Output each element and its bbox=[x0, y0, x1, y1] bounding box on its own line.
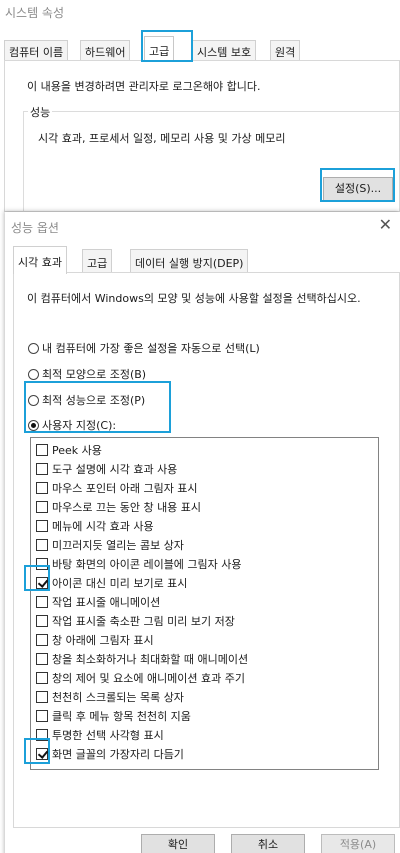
checkbox[interactable] bbox=[36, 539, 48, 551]
radio-circle[interactable] bbox=[28, 368, 39, 380]
close-icon[interactable]: ✕ bbox=[379, 215, 392, 234]
radio-label: 최적 성능으로 조정(P) bbox=[42, 394, 146, 407]
checkbox[interactable] bbox=[36, 520, 48, 532]
list-item[interactable]: 작업 표시줄 애니메이션 bbox=[36, 594, 160, 610]
radio-custom[interactable]: 사용자 지정(C): bbox=[28, 417, 116, 433]
tab-advanced[interactable]: 고급 bbox=[144, 36, 175, 62]
apply-button[interactable]: 적용(A) bbox=[321, 834, 395, 853]
checkbox-label: 클릭 후 메뉴 항목 천천히 지움 bbox=[52, 710, 191, 723]
list-item[interactable]: 바탕 화면의 아이콘 레이블에 그림자 사용 bbox=[36, 556, 242, 572]
radio-circle-selected[interactable] bbox=[28, 419, 39, 431]
list-item[interactable]: 창 아래에 그림자 표시 bbox=[36, 632, 154, 648]
dialog-button-row: 확인 취소 적용(A) bbox=[5, 829, 400, 853]
radio-circle[interactable] bbox=[28, 394, 39, 406]
checkbox-label: 도구 설명에 시각 효과 사용 bbox=[52, 463, 178, 476]
checkbox-checked[interactable] bbox=[36, 748, 48, 760]
list-item[interactable]: 화면 글꼴의 가장자리 다듬기 bbox=[36, 746, 184, 762]
checkbox[interactable] bbox=[36, 558, 48, 570]
list-item[interactable]: 투명한 선택 사각형 표시 bbox=[36, 727, 164, 743]
checkbox-label: 마우스 포인터 아래 그림자 표시 bbox=[52, 482, 198, 495]
performance-options-dialog: 성능 옵션 ✕ 시각 효과 고급 데이터 실행 방지(DEP) 이 컴퓨터에서 … bbox=[5, 212, 400, 853]
cancel-button[interactable]: 취소 bbox=[231, 834, 305, 853]
checkbox[interactable] bbox=[36, 634, 48, 646]
performance-group: 성능 시각 효과, 프로세서 일정, 메모리 사용 및 가상 메모리 bbox=[23, 104, 400, 221]
intro-text: 이 컴퓨터에서 Windows의 모양 및 성능에 사용할 설정을 선택하십시오… bbox=[27, 292, 361, 305]
list-item[interactable]: 천천히 스크롤되는 목록 상자 bbox=[36, 689, 184, 705]
tab-advanced-options[interactable]: 고급 bbox=[82, 249, 113, 273]
dialog-title: 성능 옵션 bbox=[11, 221, 59, 235]
list-item[interactable]: Peek 사용 bbox=[36, 442, 102, 458]
tab-system-protection[interactable]: 시스템 보호 bbox=[192, 40, 257, 61]
ok-button[interactable]: 확인 bbox=[141, 834, 215, 853]
performance-settings-button[interactable]: 설정(S)... bbox=[323, 177, 393, 201]
list-item[interactable]: 마우스 포인터 아래 그림자 표시 bbox=[36, 480, 198, 496]
visual-effects-panel: 이 컴퓨터에서 Windows의 모양 및 성능에 사용할 설정을 선택하십시오… bbox=[13, 272, 400, 828]
checkbox-label: 투명한 선택 사각형 표시 bbox=[52, 729, 164, 742]
list-item[interactable]: 아이콘 대신 미리 보기로 표시 bbox=[36, 575, 187, 591]
tab-hardware[interactable]: 하드웨어 bbox=[80, 40, 131, 61]
checkbox-label: 메뉴에 시각 효과 사용 bbox=[52, 520, 154, 533]
radio-best-appearance[interactable]: 최적 모양으로 조정(B) bbox=[28, 366, 146, 382]
checkbox-label: Peek 사용 bbox=[52, 444, 102, 457]
checkbox-label: 아이콘 대신 미리 보기로 표시 bbox=[52, 577, 188, 590]
tab-remote[interactable]: 원격 bbox=[270, 40, 301, 61]
checkbox-label: 작업 표시줄 애니메이션 bbox=[52, 596, 161, 609]
list-item[interactable]: 마우스로 끄는 동안 창 내용 표시 bbox=[36, 499, 201, 515]
list-item[interactable]: 창의 제어 및 요소에 애니메이션 효과 주기 bbox=[36, 670, 245, 686]
checkbox[interactable] bbox=[36, 482, 48, 494]
list-item[interactable]: 도구 설명에 시각 효과 사용 bbox=[36, 461, 177, 477]
radio-label: 사용자 지정(C): bbox=[42, 419, 117, 432]
performance-group-label: 성능 bbox=[28, 104, 53, 120]
checkbox-label: 바탕 화면의 아이콘 레이블에 그림자 사용 bbox=[52, 558, 242, 571]
checkbox[interactable] bbox=[36, 729, 48, 741]
admin-notice: 이 내용을 변경하려면 관리자로 로그온해야 합니다. bbox=[27, 80, 261, 93]
checkbox[interactable] bbox=[36, 596, 48, 608]
checkbox-checked[interactable] bbox=[36, 577, 48, 589]
checkbox[interactable] bbox=[36, 463, 48, 475]
checkbox-label: 창 아래에 그림자 표시 bbox=[52, 634, 154, 647]
list-item[interactable]: 클릭 후 메뉴 항목 천천히 지움 bbox=[36, 708, 191, 724]
radio-label: 내 컴퓨터에 가장 좋은 설정을 자동으로 선택(L) bbox=[42, 342, 260, 355]
checkbox-label: 작업 표시줄 축소판 그림 미리 보기 저장 bbox=[52, 615, 235, 628]
list-item[interactable]: 창을 최소화하거나 최대화할 때 애니메이션 bbox=[36, 651, 248, 667]
tab-dep[interactable]: 데이터 실행 방지(DEP) bbox=[130, 249, 249, 273]
radio-let-windows-choose[interactable]: 내 컴퓨터에 가장 좋은 설정을 자동으로 선택(L) bbox=[28, 340, 260, 356]
checkbox-label: 천천히 스크롤되는 목록 상자 bbox=[52, 691, 184, 704]
checkbox[interactable] bbox=[36, 710, 48, 722]
list-item[interactable]: 미끄러지듯 열리는 콤보 상자 bbox=[36, 537, 184, 553]
checkbox-label: 화면 글꼴의 가장자리 다듬기 bbox=[52, 748, 184, 761]
checkbox[interactable] bbox=[36, 615, 48, 627]
list-item[interactable]: 메뉴에 시각 효과 사용 bbox=[36, 518, 154, 534]
checkbox[interactable] bbox=[36, 501, 48, 513]
radio-best-performance[interactable]: 최적 성능으로 조정(P) bbox=[28, 392, 145, 408]
system-properties-window: 시스템 속성 컴퓨터 이름 하드웨어 고급 시스템 보호 원격 이 내용을 변경… bbox=[0, 0, 400, 221]
checkbox[interactable] bbox=[36, 653, 48, 665]
tab-visual-effects[interactable]: 시각 효과 bbox=[13, 246, 67, 274]
checkbox-label: 마우스로 끄는 동안 창 내용 표시 bbox=[52, 501, 202, 514]
checkbox[interactable] bbox=[36, 691, 48, 703]
radio-label: 최적 모양으로 조정(B) bbox=[42, 368, 147, 381]
checkbox-label: 창을 최소화하거나 최대화할 때 애니메이션 bbox=[52, 653, 249, 666]
performance-options-tabs: 시각 효과 고급 데이터 실행 방지(DEP) bbox=[13, 246, 273, 274]
checkbox-label: 미끄러지듯 열리는 콤보 상자 bbox=[52, 539, 184, 552]
system-properties-tabs: 컴퓨터 이름 하드웨어 고급 시스템 보호 원격 bbox=[4, 36, 324, 62]
checkbox-label: 창의 제어 및 요소에 애니메이션 효과 주기 bbox=[52, 672, 246, 685]
radio-circle[interactable] bbox=[28, 342, 39, 354]
tab-computer-name[interactable]: 컴퓨터 이름 bbox=[4, 40, 69, 61]
checkbox[interactable] bbox=[36, 444, 48, 456]
list-item[interactable]: 작업 표시줄 축소판 그림 미리 보기 저장 bbox=[36, 613, 235, 629]
window-title: 시스템 속성 bbox=[5, 6, 65, 20]
performance-description: 시각 효과, 프로세서 일정, 메모리 사용 및 가상 메모리 bbox=[38, 132, 286, 145]
visual-effects-list[interactable]: Peek 사용 도구 설명에 시각 효과 사용 마우스 포인터 아래 그림자 표… bbox=[30, 437, 379, 770]
checkbox[interactable] bbox=[36, 672, 48, 684]
